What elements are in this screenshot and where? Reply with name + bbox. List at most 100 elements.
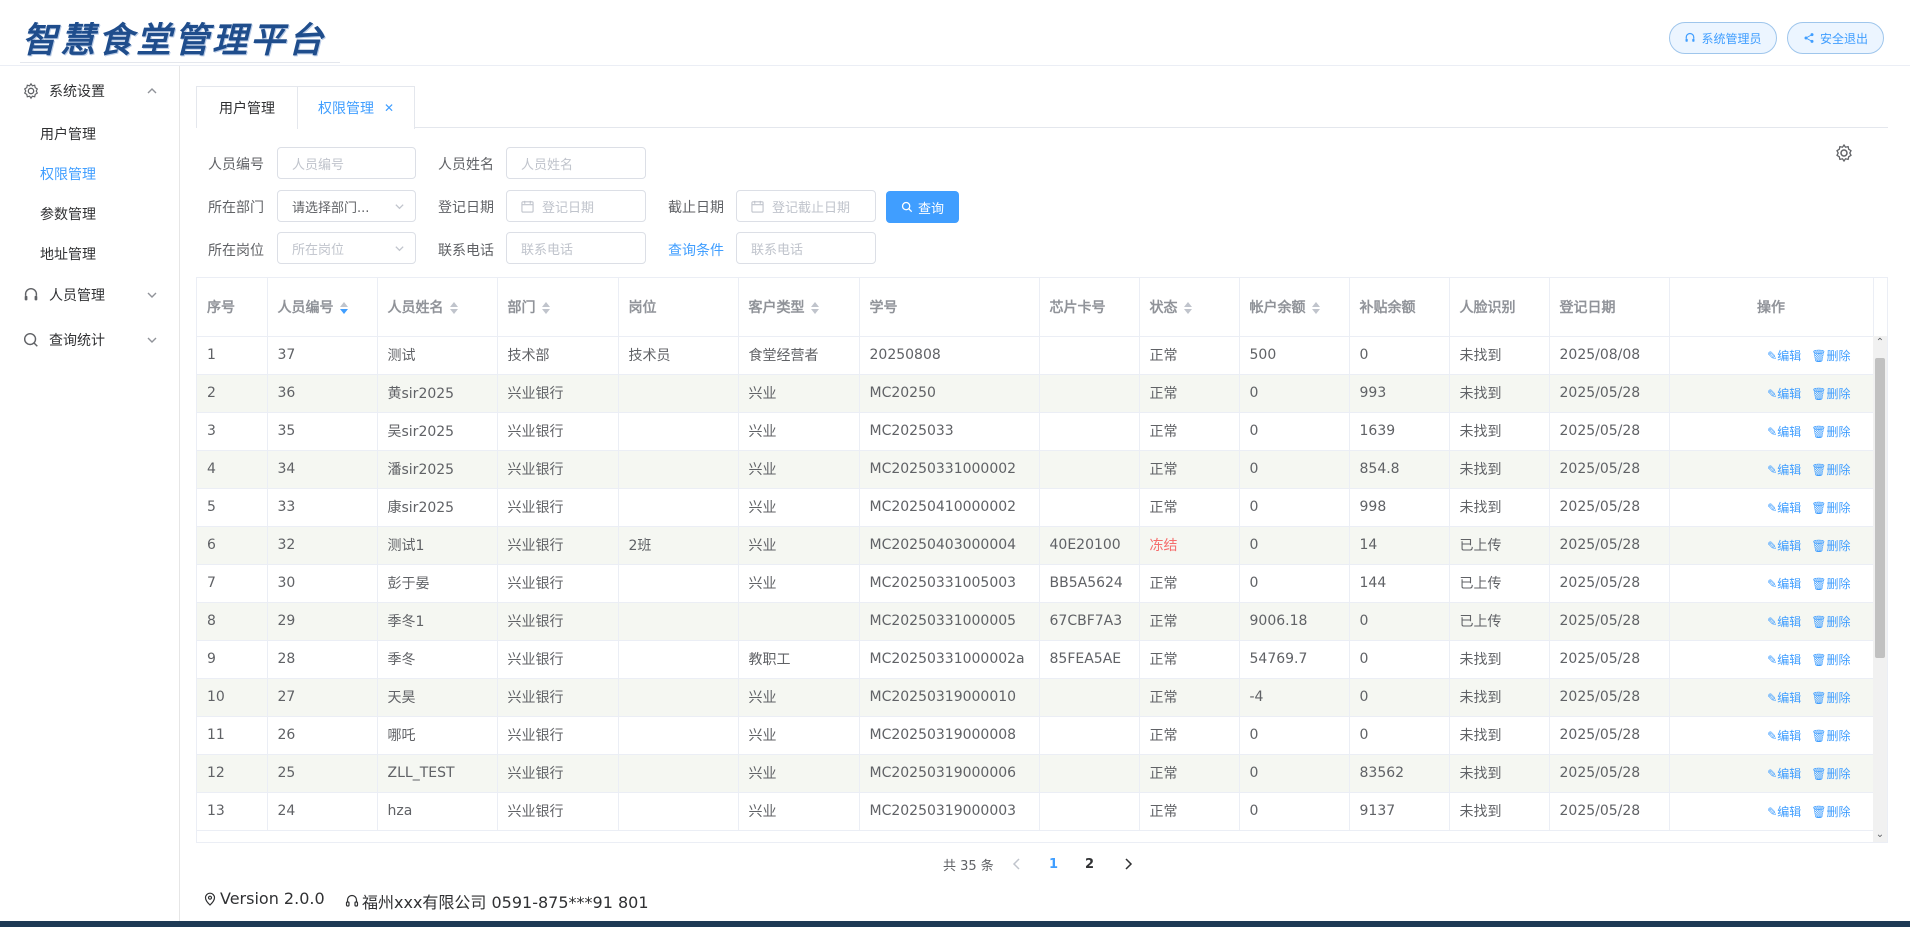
table-cell: 9 — [197, 640, 268, 679]
edit-icon: ✎ — [1767, 348, 1778, 363]
edit-icon: ✎ — [1767, 804, 1778, 819]
tab-user-management[interactable]: 用户管理 — [196, 86, 298, 128]
column-header[interactable]: 客户类型 — [738, 278, 860, 337]
delete-button[interactable]: 🗑删除 — [1811, 387, 1850, 401]
close-icon[interactable]: ✕ — [384, 101, 394, 115]
table-cell: 正常 — [1139, 716, 1240, 755]
table-cell: 兴业银行 — [497, 678, 619, 717]
table-row: 1 37 测试 技术部 技术员 食堂经营者 20250808 正常 500 0 未找到 2025/08… — [197, 336, 1874, 375]
admin-user-button[interactable]: 系统管理员 — [1669, 22, 1777, 54]
emp-no-input[interactable]: 人员编号 — [277, 147, 416, 179]
edit-button[interactable]: ✎编辑 — [1767, 463, 1801, 477]
edit-button[interactable]: ✎编辑 — [1767, 615, 1801, 629]
sort-caret-icon[interactable] — [1311, 301, 1320, 314]
sidebar-group-query-stats[interactable]: 查询统计 — [0, 320, 180, 360]
delete-button[interactable]: 🗑删除 — [1811, 539, 1850, 553]
edit-button[interactable]: ✎编辑 — [1767, 729, 1801, 743]
sidebar-item-permission-management[interactable]: 权限管理 — [40, 164, 96, 184]
query-conditions-link[interactable]: 查询条件 — [668, 240, 724, 260]
delete-label: 删除 — [1826, 424, 1851, 439]
table-cell — [618, 716, 739, 755]
delete-button[interactable]: 🗑删除 — [1811, 501, 1850, 515]
delete-label: 删除 — [1826, 804, 1851, 819]
search-icon — [901, 201, 913, 213]
scroll-down-icon[interactable]: ⌄ — [1875, 830, 1885, 840]
sidebar-group-system-settings[interactable]: 系统设置 — [0, 71, 180, 111]
tab-bar: 用户管理 权限管理 ✕ — [196, 86, 1888, 129]
table-cell: 12 — [197, 754, 268, 793]
search-button[interactable]: 查询 — [886, 191, 959, 223]
delete-button[interactable]: 🗑删除 — [1811, 577, 1850, 591]
column-header[interactable]: 帐户余额 — [1239, 278, 1350, 337]
scroll-up-icon[interactable]: ⌃ — [1875, 338, 1885, 348]
sidebar-item-parameter-management[interactable]: 参数管理 — [40, 204, 96, 224]
sort-caret-icon[interactable] — [339, 301, 348, 314]
sort-caret-icon[interactable] — [1183, 301, 1192, 314]
sidebar-item-address-management[interactable]: 地址管理 — [40, 244, 96, 264]
chevron-left-icon[interactable] — [1010, 857, 1024, 871]
trash-icon: 🗑 — [1811, 348, 1827, 363]
delete-button[interactable]: 🗑删除 — [1811, 349, 1850, 363]
table-cell: 14 — [1349, 526, 1450, 565]
table-cell: 兴业 — [738, 374, 860, 413]
edit-button[interactable]: ✎编辑 — [1767, 653, 1801, 667]
edit-button[interactable]: ✎编辑 — [1767, 805, 1801, 819]
edit-button[interactable]: ✎编辑 — [1767, 539, 1801, 553]
edit-button[interactable]: ✎编辑 — [1767, 349, 1801, 363]
table-cell: hza — [377, 792, 498, 831]
table-row: 10 27 天昊 兴业银行 兴业 MC20250319000010 正常 -4 0 未找到 2025… — [197, 678, 1874, 717]
delete-button[interactable]: 🗑删除 — [1811, 615, 1850, 629]
table-cell: 兴业 — [738, 716, 860, 755]
reg-date-picker[interactable]: 登记日期 — [506, 190, 646, 222]
end-date-picker[interactable]: 登记截止日期 — [736, 190, 876, 222]
scrollbar-thumb[interactable] — [1875, 358, 1885, 658]
edit-button[interactable]: ✎编辑 — [1767, 387, 1801, 401]
delete-label: 删除 — [1826, 690, 1851, 705]
edit-button[interactable]: ✎编辑 — [1767, 425, 1801, 439]
phone2-input[interactable]: 联系电话 — [736, 232, 876, 264]
delete-button[interactable]: 🗑删除 — [1811, 425, 1850, 439]
delete-button[interactable]: 🗑删除 — [1811, 691, 1850, 705]
table-cell: 兴业银行 — [497, 412, 619, 451]
edit-label: 编辑 — [1777, 538, 1802, 553]
column-header-label: 芯片卡号 — [1049, 299, 1106, 316]
delete-button[interactable]: 🗑删除 — [1811, 767, 1850, 781]
column-header-label: 部门 — [507, 299, 536, 316]
tab-permission-management[interactable]: 权限管理 ✕ — [297, 86, 415, 129]
edit-button[interactable]: ✎编辑 — [1767, 577, 1801, 591]
sidebar-item-user-management[interactable]: 用户管理 — [40, 124, 96, 144]
edit-button[interactable]: ✎编辑 — [1767, 691, 1801, 705]
delete-button[interactable]: 🗑删除 — [1811, 729, 1850, 743]
delete-button[interactable]: 🗑删除 — [1811, 463, 1850, 477]
column-header[interactable]: 状态 — [1139, 278, 1240, 337]
column-header[interactable]: 人员编号 — [267, 278, 378, 337]
page-2[interactable]: 2 — [1085, 857, 1094, 872]
page-1[interactable]: 1 — [1049, 857, 1058, 872]
table-cell: 2班 — [618, 526, 739, 565]
sort-caret-icon[interactable] — [810, 301, 819, 314]
dept-select[interactable]: 请选择部门... — [277, 190, 416, 222]
sort-caret-icon[interactable] — [449, 301, 458, 314]
post-select[interactable]: 所在岗位 — [277, 232, 416, 264]
sidebar-group-personnel[interactable]: 人员管理 — [0, 275, 180, 315]
trash-icon: 🗑 — [1811, 424, 1827, 439]
sort-caret-icon[interactable] — [541, 301, 550, 314]
table-scrollbar[interactable]: ⌃ ⌄ — [1873, 336, 1887, 842]
phone-label: 联系电话 — [438, 243, 494, 259]
column-settings-gear-icon[interactable] — [1834, 143, 1854, 163]
column-header[interactable]: 人员姓名 — [377, 278, 498, 337]
chevron-right-icon[interactable] — [1121, 857, 1135, 871]
edit-button[interactable]: ✎编辑 — [1767, 501, 1801, 515]
table-cell: 0 — [1239, 564, 1350, 603]
edit-button[interactable]: ✎编辑 — [1767, 767, 1801, 781]
column-header[interactable]: 部门 — [497, 278, 619, 337]
emp-name-input[interactable]: 人员姓名 — [506, 147, 646, 179]
column-header-label: 序号 — [207, 299, 235, 316]
phone-input[interactable]: 联系电话 — [506, 232, 646, 264]
table-cell: MC20250403000004 — [859, 526, 1040, 565]
logout-button[interactable]: 安全退出 — [1787, 22, 1884, 54]
delete-button[interactable]: 🗑删除 — [1811, 805, 1850, 819]
table-row: 13 24 hza 兴业银行 兴业 MC20250319000003 正常 0 9137 未找到 2… — [197, 792, 1874, 831]
delete-button[interactable]: 🗑删除 — [1811, 653, 1850, 667]
table-cell: 未找到 — [1449, 374, 1550, 413]
